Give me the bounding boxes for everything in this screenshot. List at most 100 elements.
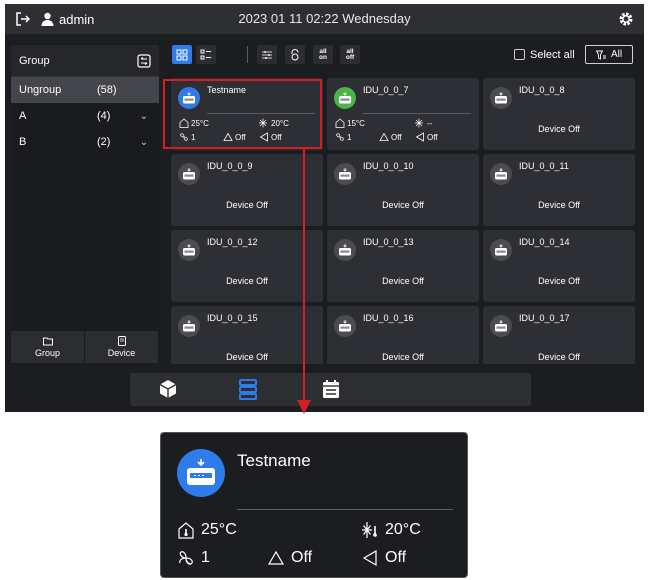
indoor-unit-icon: [339, 168, 351, 180]
cube-icon: [159, 380, 177, 398]
device-status: Device Off: [382, 352, 424, 362]
device-icon: [178, 87, 200, 109]
list-view-button[interactable]: [196, 45, 216, 64]
device-card[interactable]: IDU_0_0_12 Device Off: [171, 230, 323, 302]
select-all-label: Select all: [530, 48, 575, 61]
indoor-unit-icon: [339, 92, 351, 104]
username: admin: [59, 11, 95, 27]
indoor-unit-icon: [183, 92, 195, 104]
group-button[interactable]: Group: [11, 331, 85, 363]
fan-icon: [179, 551, 193, 565]
device-status: Device Off: [538, 200, 580, 210]
fan: 1: [179, 132, 195, 142]
swing-vertical-icon: [223, 132, 233, 141]
chevron-down-icon[interactable]: ⌄: [137, 137, 151, 148]
toolbar: all on all off Select all All: [165, 40, 641, 72]
swing-vertical-value: Off: [391, 132, 402, 142]
device-name: Testname: [207, 85, 247, 95]
indoor-unit-icon: [495, 320, 507, 332]
nav-calendar[interactable]: [320, 378, 342, 400]
zoom-divider: [237, 509, 453, 510]
toolbar-divider: [247, 46, 248, 63]
grid-view-icon: [176, 49, 188, 60]
sidebar-item-b[interactable]: B (2) ⌄: [11, 129, 159, 155]
zoom-swing2: Off: [361, 549, 406, 567]
sidebar-item-label: A: [19, 110, 27, 122]
device-card[interactable]: IDU_0_0_16 Device Off: [327, 306, 479, 364]
sidebar-item-a[interactable]: A (4) ⌄: [11, 103, 159, 129]
device-status: Device Off: [226, 276, 268, 286]
group-title: Group: [19, 54, 50, 67]
device-card[interactable]: Testname 25°C 20°C 1 Off Off: [171, 78, 323, 150]
sidebar-item-count: (2): [97, 136, 111, 148]
device-icon: [490, 315, 512, 337]
group-button-label: Group: [34, 348, 60, 358]
sidebar-item-count: (58): [97, 84, 117, 96]
swing-horizontal: Off: [259, 132, 282, 142]
indoor-unit-icon: [183, 168, 195, 180]
device-card[interactable]: IDU_0_0_14 Device Off: [483, 230, 635, 302]
device-button[interactable]: Device: [85, 331, 159, 363]
device-card[interactable]: IDU_0_0_8 Device Off: [483, 78, 635, 150]
swing-vertical-icon: [267, 550, 285, 565]
device-name: IDU_0_0_17: [519, 313, 570, 323]
device-card[interactable]: IDU_0_0_13 Device Off: [327, 230, 479, 302]
device-icon: [334, 87, 356, 109]
fan-icon: [336, 133, 344, 141]
set-temp: 20°C: [259, 118, 289, 128]
indoor-temp: 25°C: [179, 118, 209, 128]
chevron-down-icon[interactable]: ⌄: [137, 111, 151, 122]
gear-icon[interactable]: [618, 11, 634, 27]
filter-icon: [595, 50, 606, 60]
fan-value: 1: [347, 132, 352, 142]
device-card[interactable]: IDU_0_0_7 15°C -- 1 Off Off: [327, 78, 479, 150]
device-name: IDU_0_0_10: [363, 161, 414, 171]
device-card[interactable]: IDU_0_0_17 Device Off: [483, 306, 635, 364]
device-card[interactable]: IDU_0_0_15 Device Off: [171, 306, 323, 364]
device-icon: [334, 163, 356, 185]
swing-vertical: Off: [223, 132, 246, 142]
group-header: Group: [11, 45, 159, 77]
grid-view-button[interactable]: [172, 45, 192, 64]
swing-horizontal-icon: [362, 549, 377, 567]
all-on-button[interactable]: all on: [313, 45, 333, 64]
lock-button[interactable]: [285, 45, 305, 64]
indoor-unit-icon: [339, 320, 351, 332]
indoor-unit-icon: [495, 168, 507, 180]
device-icon: [178, 163, 200, 185]
all-off-label-bottom: off: [345, 53, 355, 61]
sidebar-item-ungroup[interactable]: Ungroup (58): [11, 77, 159, 103]
device-card[interactable]: IDU_0_0_11 Device Off: [483, 154, 635, 226]
device-name: IDU_0_0_12: [207, 237, 258, 247]
device-card[interactable]: IDU_0_0_10 Device Off: [327, 154, 479, 226]
all-off-button[interactable]: all off: [340, 45, 360, 64]
nav-cube[interactable]: [157, 378, 179, 400]
bottom-nav: [130, 373, 531, 406]
device-name: IDU_0_0_14: [519, 237, 570, 247]
filter-button[interactable]: All: [585, 45, 633, 64]
select-all[interactable]: Select all: [514, 45, 575, 64]
indoor-temp-value: 25°C: [191, 118, 209, 128]
swing-horizontal-value: Off: [427, 132, 438, 142]
adjust-button[interactable]: [257, 45, 277, 64]
logout-icon[interactable]: [15, 11, 31, 27]
swing-horizontal-value: Off: [271, 132, 282, 142]
app-window: admin 2023 01 11 02:22 Wednesday Group U…: [5, 4, 644, 412]
fan: 1: [335, 132, 351, 142]
device-status: Device Off: [382, 200, 424, 210]
collapse-icon[interactable]: [137, 53, 151, 68]
indoor-unit-icon: [339, 244, 351, 256]
snowflake-temp-icon: [259, 118, 267, 128]
datetime: 2023 01 11 02:22 Wednesday: [238, 11, 411, 26]
swing-horizontal-icon: [259, 132, 268, 142]
indoor-unit-icon: [183, 244, 195, 256]
callout-arrow-line: [303, 148, 305, 400]
swing-vertical: Off: [379, 132, 402, 142]
device-name: IDU_0_0_11: [519, 161, 569, 171]
device-card[interactable]: IDU_0_0_9 Device Off: [171, 154, 323, 226]
select-all-checkbox[interactable]: [514, 49, 525, 60]
nav-list[interactable]: [237, 378, 259, 400]
zoom-swing1: Off: [267, 549, 312, 567]
sliders-icon: [262, 50, 272, 59]
device-status: Device Off: [538, 124, 580, 134]
